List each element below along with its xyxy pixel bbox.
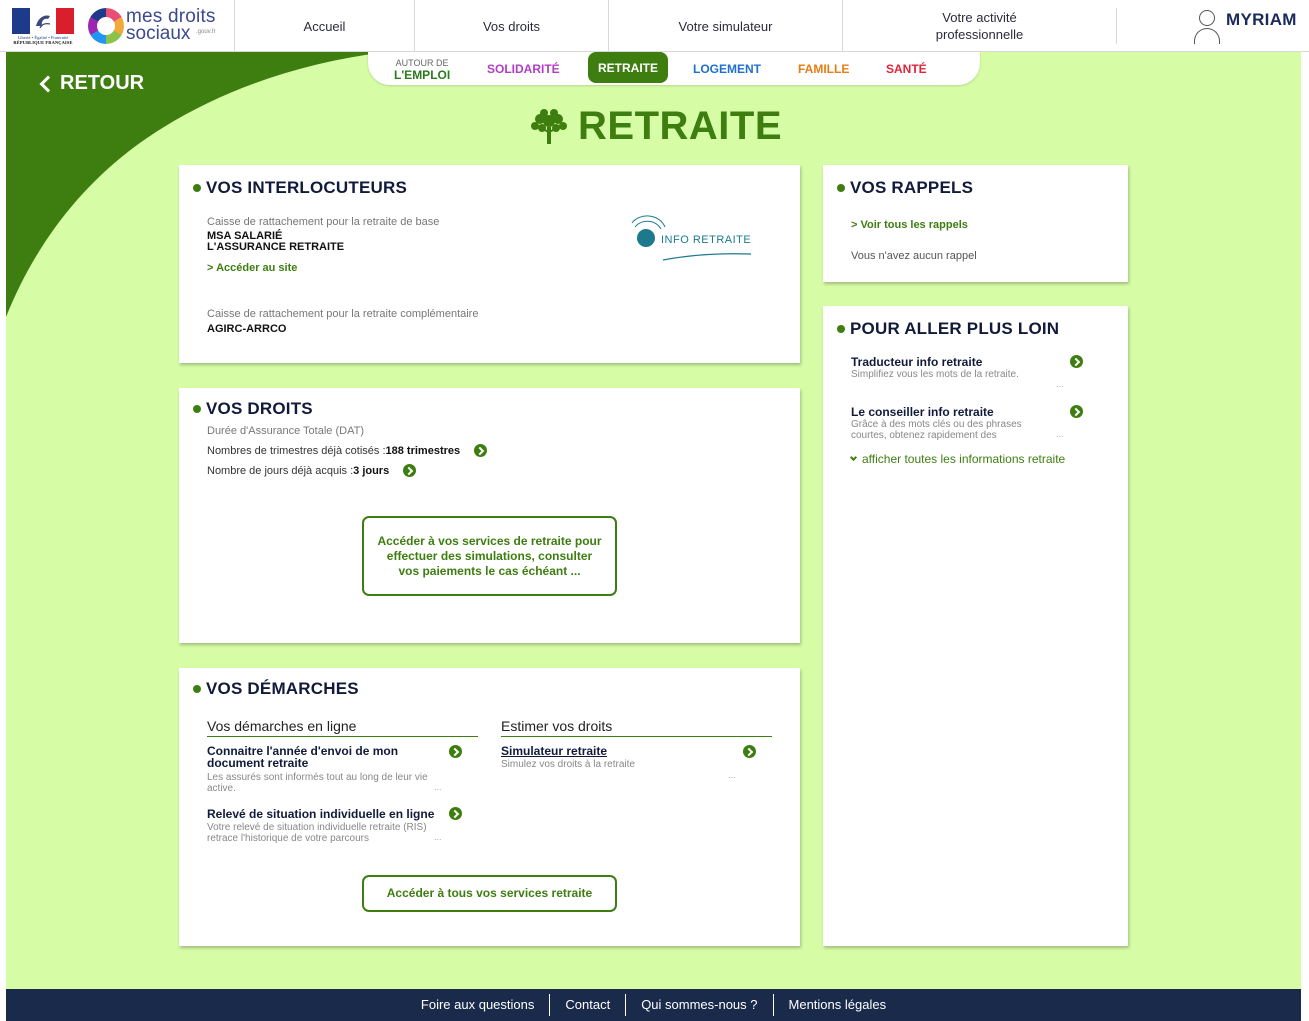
comp-caisse-label: Caisse de rattachement pour la retraite … [207, 308, 479, 320]
theme-tab-logement[interactable]: LOGEMENT [693, 52, 761, 85]
theme-subnav: AUTOUR DE L'EMPLOI SOLIDARITÉ RETRAITE L… [368, 52, 980, 85]
releve-situation-desc: Votre relevé de situation individuelle r… [207, 822, 427, 844]
footer-legal-link[interactable]: Mentions légales [772, 994, 902, 1016]
services-retraite-button[interactable]: Accéder à vos services de retraite pour … [362, 516, 617, 596]
releve-situation-ellipsis: ... [434, 832, 442, 842]
trimestres-value: 188 trimestres [385, 444, 461, 457]
nav-divider [1116, 8, 1117, 44]
mes-droits-sociaux-logo[interactable]: mes droits sociaux .gouv.fr [88, 4, 228, 46]
theme-tab-solidarite[interactable]: SOLIDARITÉ [487, 52, 560, 85]
footer-faq-link[interactable]: Foire aux questions [406, 994, 549, 1016]
demarches-en-ligne-header: Vos démarches en ligne [207, 718, 478, 737]
theme-tab-emploi-small: AUTOUR DE [395, 57, 449, 68]
back-label: RETOUR [60, 72, 145, 94]
rappels-empty: Vous n'avez aucun rappel [851, 250, 977, 262]
brand-suffix: .gouv.fr [196, 29, 216, 35]
simulateur-retraite-ellipsis: ... [728, 770, 736, 780]
chevron-down-icon [849, 453, 858, 462]
simulateur-retraite-desc: Simulez vos droits à la retraite [501, 759, 635, 770]
footer-about-link[interactable]: Qui sommes-nous ? [625, 994, 772, 1016]
traducteur-desc: Simplifiez vous les mots de la retraite. [851, 369, 1019, 380]
conseiller-arrow-icon[interactable] [1070, 405, 1083, 418]
trimestres-row: Nombres de trimestres déjà cotisés : 188… [207, 444, 488, 457]
nav-accueil[interactable]: Accueil [234, 0, 414, 52]
demarches-title: VOS DÉMARCHES [193, 679, 359, 699]
info-retraite-logo-text: INFO RETRAITE [661, 234, 752, 246]
theme-tab-emploi[interactable]: AUTOUR DE L'EMPLOI [394, 52, 450, 85]
footer: Foire aux questions Contact Qui sommes-n… [6, 989, 1301, 1021]
dat-label: Durée d'Assurance Totale (DAT) [207, 425, 364, 437]
brand-line2: sociaux [126, 23, 191, 44]
droits-card: VOS DROITS Durée d'Assurance Totale (DAT… [179, 388, 800, 643]
nav-activite-professionnelle[interactable]: Votre activité professionnelle [842, 0, 1116, 52]
voir-rappels-link[interactable]: > Voir tous les rappels [851, 219, 968, 231]
rappels-title: VOS RAPPELS [837, 178, 973, 198]
traducteur-title[interactable]: Traducteur info retraite [851, 356, 982, 368]
user-menu[interactable]: MYRIAM [1192, 8, 1297, 44]
jours-value: 3 jours [353, 464, 390, 477]
releve-situation-title[interactable]: Relevé de situation individuelle en lign… [207, 808, 434, 820]
jours-label: Nombre de jours déjà acquis : [207, 464, 354, 477]
annee-envoi-ellipsis: ... [434, 782, 442, 792]
plus-loin-card: POUR ALLER PLUS LOIN Traducteur info ret… [823, 306, 1128, 946]
afficher-toutes-label: afficher toutes les informations retrait… [862, 452, 1066, 466]
main-content: RETOUR AUTOUR DE L'EMPLOI SOLIDARITÉ RET… [6, 52, 1301, 989]
theme-tab-famille[interactable]: FAMILLE [798, 52, 849, 85]
estimer-droits-header: Estimer vos droits [501, 718, 772, 737]
republique-francaise-logo[interactable]: Liberté • Égalité • Fraternité RÉPUBLIQU… [10, 6, 76, 46]
demarches-card: VOS DÉMARCHES Vos démarches en ligne Est… [179, 668, 800, 946]
footer-contact-link[interactable]: Contact [549, 994, 625, 1016]
traducteur-ellipsis: ... [1056, 379, 1064, 389]
conseiller-title[interactable]: Le conseiller info retraite [851, 406, 994, 418]
interlocuteurs-card: VOS INTERLOCUTEURS Caisse de rattachemen… [179, 165, 800, 363]
comp-caisse-org: AGIRC-ARRCO [207, 323, 287, 335]
interlocuteurs-title: VOS INTERLOCUTEURS [193, 178, 407, 198]
trimestres-label: Nombres de trimestres déjà cotisés : [207, 444, 386, 457]
conseiller-desc: Grâce à des mots clés ou des phrases cou… [851, 419, 1022, 441]
traducteur-arrow-icon[interactable] [1070, 355, 1083, 368]
releve-situation-arrow-icon[interactable] [449, 807, 462, 820]
conseiller-ellipsis: ... [1056, 429, 1064, 439]
page-title: RETRAITE [526, 104, 782, 149]
jours-row: Nombre de jours déjà acquis : 3 jours [207, 464, 417, 477]
annee-envoi-desc: Les assurés sont informés tout au long d… [207, 772, 428, 794]
header: Liberté • Égalité • Fraternité RÉPUBLIQU… [0, 0, 1309, 52]
acceder-site-link[interactable]: > Accéder au site [207, 262, 297, 274]
user-name: MYRIAM [1226, 10, 1297, 29]
rappels-card: VOS RAPPELS > Voir tous les rappels Vous… [823, 165, 1128, 282]
top-navigation: Accueil Vos droits Votre simulateur Votr… [234, 0, 1117, 52]
chevron-left-icon [39, 75, 57, 92]
brand-circle-icon [88, 8, 124, 44]
trimestres-arrow-icon[interactable] [474, 444, 488, 457]
tree-icon [531, 108, 567, 144]
nav-votre-simulateur[interactable]: Votre simulateur [608, 0, 842, 52]
simulateur-retraite-title[interactable]: Simulateur retraite [501, 745, 607, 757]
annee-envoi-arrow-icon[interactable] [449, 745, 462, 758]
jours-arrow-icon[interactable] [403, 464, 417, 477]
marianne-flag-icon [12, 8, 74, 34]
simulateur-retraite-arrow-icon[interactable] [743, 745, 756, 758]
user-icon [1192, 8, 1220, 44]
republique-name: RÉPUBLIQUE FRANÇAISE [13, 40, 73, 45]
theme-tab-emploi-big: L'EMPLOI [394, 67, 451, 82]
annee-envoi-title[interactable]: Connaitre l'année d'envoi de mon documen… [207, 745, 437, 769]
page-title-text: RETRAITE [578, 104, 782, 148]
theme-tab-retraite[interactable]: RETRAITE [588, 52, 668, 83]
tous-services-retraite-button[interactable]: Accéder à tous vos services retraite [362, 875, 617, 912]
base-caisse-org2: L'ASSURANCE RETRAITE [207, 241, 345, 253]
back-button[interactable]: RETOUR [38, 72, 144, 95]
afficher-toutes-link[interactable]: afficher toutes les informations retrait… [849, 452, 1066, 466]
droits-title: VOS DROITS [193, 399, 313, 419]
theme-tab-sante[interactable]: SANTÉ [886, 52, 927, 85]
marianne-icon [36, 15, 51, 29]
plus-loin-title: POUR ALLER PLUS LOIN [837, 319, 1059, 339]
nav-vos-droits[interactable]: Vos droits [414, 0, 608, 52]
base-caisse-label: Caisse de rattachement pour la retraite … [207, 216, 440, 228]
info-retraite-logo[interactable]: INFO RETRAITE [629, 209, 759, 265]
